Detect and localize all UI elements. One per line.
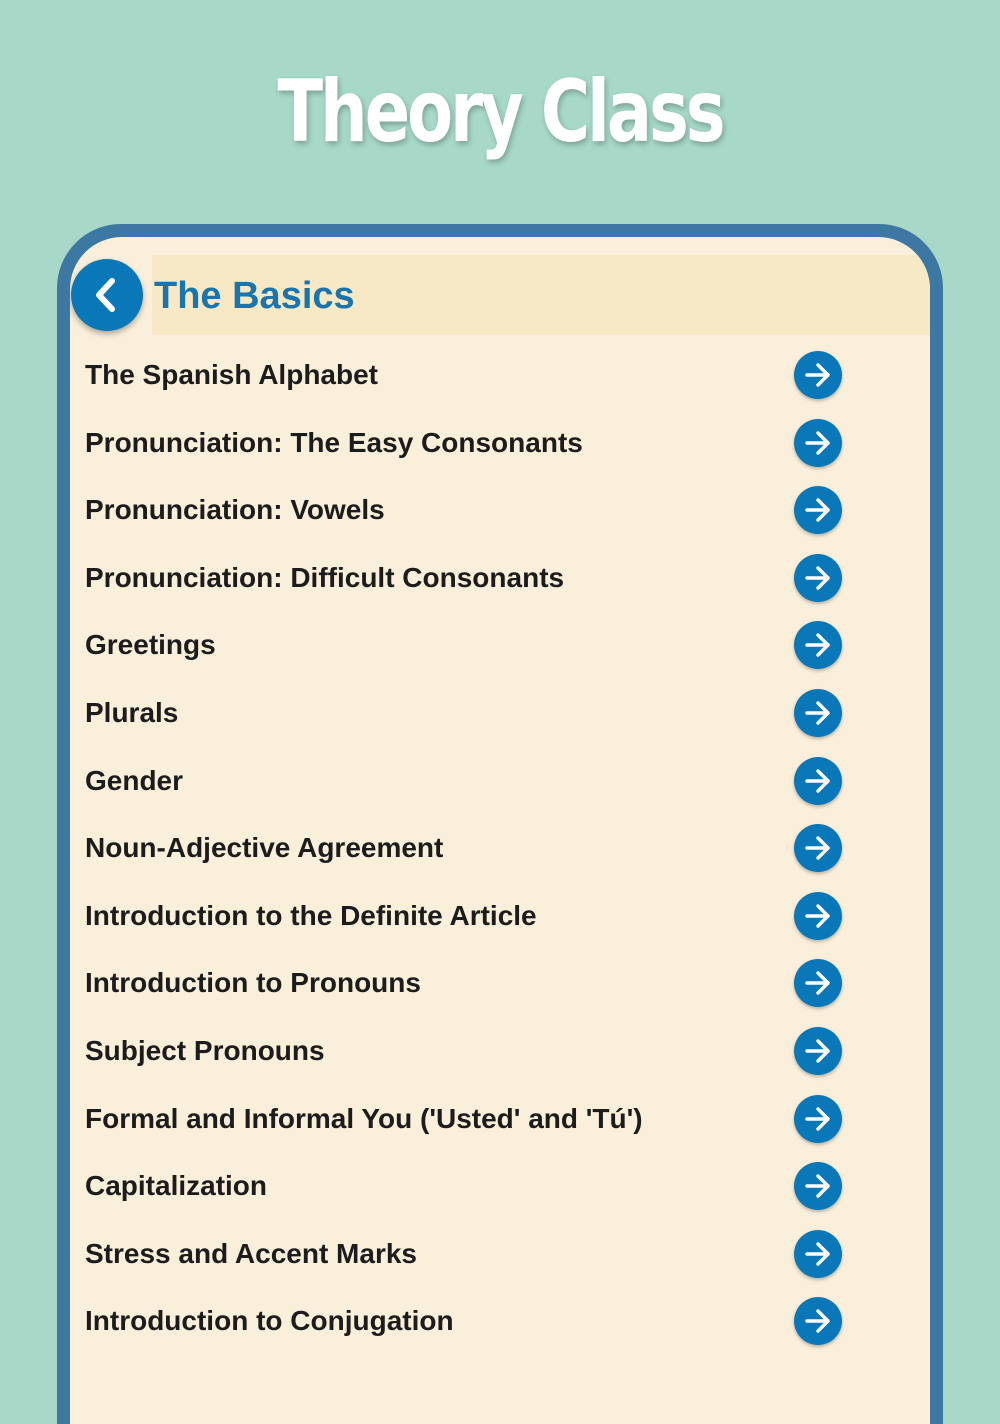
lesson-label: The Spanish Alphabet [85, 359, 378, 390]
app-screen: The Basics The Spanish Alphabet Pronunci… [70, 237, 930, 1424]
arrow-right-icon [805, 1242, 830, 1266]
open-lesson-button[interactable] [794, 824, 842, 873]
lesson-label: Stress and Accent Marks [85, 1237, 417, 1269]
arrow-right-icon [805, 498, 830, 522]
arrow-right-icon [805, 904, 830, 928]
arrow-right-icon [805, 768, 830, 793]
lesson-row[interactable]: Plurals [70, 679, 930, 747]
open-lesson-button[interactable] [794, 486, 842, 535]
open-lesson-button[interactable] [794, 1026, 842, 1075]
arrow-right-icon [805, 633, 830, 658]
lesson-row[interactable]: Formal and Informal You ('Usted' and 'Tú… [70, 1085, 930, 1153]
lesson-label: Subject Pronouns [85, 1034, 325, 1066]
chevron-left-icon [96, 278, 115, 312]
open-lesson-button[interactable] [794, 688, 842, 737]
arrow-right-icon [805, 701, 830, 725]
page-title: The Basics [154, 275, 355, 317]
promo-title: Theory Class [277, 62, 725, 162]
lesson-row[interactable]: Pronunciation: The Easy Consonants [70, 409, 930, 477]
arrow-right-icon [805, 971, 830, 996]
lesson-row[interactable]: Subject Pronouns [70, 1017, 930, 1085]
lesson-label: Pronunciation: Vowels [85, 494, 385, 526]
lesson-row[interactable]: Pronunciation: Difficult Consonants [70, 544, 930, 612]
lesson-label: Greetings [85, 629, 216, 661]
lesson-label: Formal and Informal You ('Usted' and 'Tú… [85, 1102, 643, 1134]
open-lesson-button[interactable] [794, 1162, 842, 1211]
lesson-row[interactable]: The Spanish Alphabet [70, 341, 930, 409]
back-button[interactable] [71, 259, 143, 331]
lesson-label: Pronunciation: The Easy Consonants [85, 426, 583, 458]
arrow-right-icon [805, 836, 830, 860]
lesson-row[interactable]: Noun-Adjective Agreement [70, 814, 930, 882]
arrow-right-icon [805, 566, 830, 590]
lesson-label: Gender [85, 764, 184, 796]
arrow-right-icon [805, 1106, 830, 1131]
lesson-row[interactable]: Greetings [70, 611, 930, 679]
open-lesson-button[interactable] [794, 418, 842, 467]
lesson-label: Introduction to Pronouns [85, 967, 421, 999]
lesson-row[interactable]: Introduction to the Definite Article [70, 882, 930, 950]
lesson-label: Pronunciation: Difficult Consonants [85, 561, 565, 593]
arrow-right-icon [805, 1174, 830, 1198]
device-frame: The Basics The Spanish Alphabet Pronunci… [57, 224, 943, 1424]
arrow-right-icon [805, 363, 830, 387]
lesson-row[interactable]: Introduction to Conjugation [70, 1287, 930, 1355]
arrow-right-icon [805, 1039, 830, 1063]
open-lesson-button[interactable] [794, 621, 842, 670]
arrow-right-icon [805, 430, 830, 455]
open-lesson-button[interactable] [794, 756, 842, 805]
lesson-list: The Spanish Alphabet Pronunciation: The … [70, 341, 930, 1355]
open-lesson-button[interactable] [794, 1229, 842, 1278]
arrow-right-icon [805, 1309, 830, 1334]
lesson-row[interactable]: Gender [70, 747, 930, 815]
lesson-row[interactable]: Stress and Accent Marks [70, 1220, 930, 1288]
open-lesson-button[interactable] [794, 891, 842, 940]
open-lesson-button[interactable] [794, 959, 842, 1008]
lesson-row[interactable]: Capitalization [70, 1152, 930, 1220]
lesson-row[interactable]: Pronunciation: Vowels [70, 476, 930, 544]
open-lesson-button[interactable] [794, 553, 842, 602]
lesson-label: Introduction to the Definite Article [85, 899, 537, 931]
lesson-label: Noun-Adjective Agreement [85, 832, 444, 864]
lesson-label: Capitalization [85, 1170, 268, 1202]
lesson-label: Introduction to Conjugation [85, 1305, 454, 1337]
lesson-label: Plurals [85, 696, 179, 728]
open-lesson-button[interactable] [794, 351, 842, 399]
open-lesson-button[interactable] [794, 1297, 842, 1346]
open-lesson-button[interactable] [794, 1094, 842, 1143]
lesson-row[interactable]: Introduction to Pronouns [70, 949, 930, 1017]
